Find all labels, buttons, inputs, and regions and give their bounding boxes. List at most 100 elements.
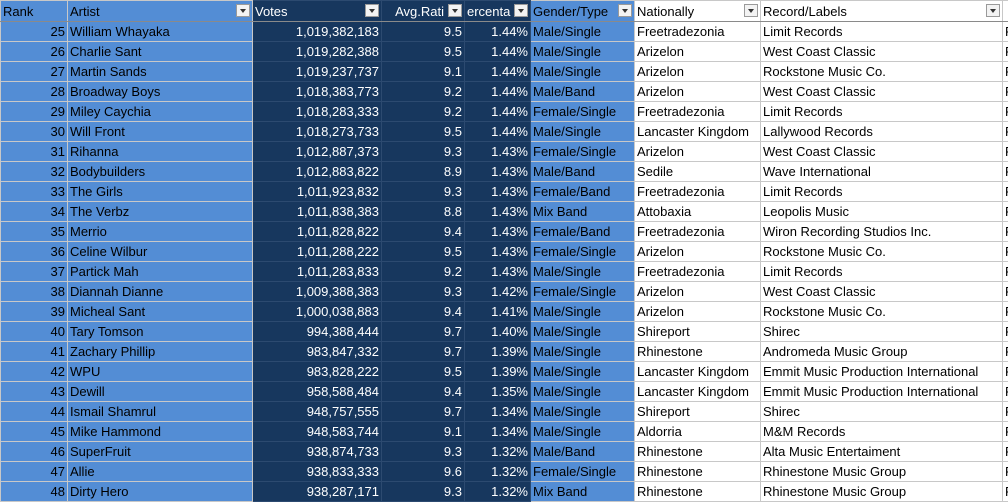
cell-artist[interactable]: The Girls [67, 181, 253, 202]
cell-gender-type[interactable]: Female/Band [530, 181, 635, 202]
cell-nationally[interactable]: Arizelon [634, 61, 761, 82]
cell-artist[interactable]: Martin Sands [67, 61, 253, 82]
cell-extra[interactable]: F [1002, 341, 1008, 362]
cell-record-labels[interactable]: Emmit Music Production International [760, 381, 1003, 402]
cell-nationally[interactable]: Attobaxia [634, 201, 761, 222]
header-nationally[interactable]: Nationally [634, 0, 761, 22]
cell-avg-rating[interactable]: 9.2 [381, 261, 465, 282]
cell-percentage[interactable]: 1.43% [464, 161, 531, 182]
cell-rank[interactable]: 42 [0, 361, 68, 382]
cell-votes[interactable]: 983,828,222 [252, 361, 382, 382]
cell-nationally[interactable]: Rhinestone [634, 481, 761, 502]
cell-extra[interactable]: F [1002, 261, 1008, 282]
cell-artist[interactable]: Micheal Sant [67, 301, 253, 322]
cell-extra[interactable]: F [1002, 221, 1008, 242]
header-percentage[interactable]: ercenta [464, 0, 531, 22]
cell-record-labels[interactable]: Rhinestone Music Group [760, 461, 1003, 482]
cell-percentage[interactable]: 1.44% [464, 81, 531, 102]
cell-artist[interactable]: Mike Hammond [67, 421, 253, 442]
cell-extra[interactable]: F [1002, 121, 1008, 142]
cell-record-labels[interactable]: Rockstone Music Co. [760, 241, 1003, 262]
cell-extra[interactable]: F [1002, 181, 1008, 202]
cell-percentage[interactable]: 1.44% [464, 101, 531, 122]
cell-avg-rating[interactable]: 9.2 [381, 81, 465, 102]
cell-artist[interactable]: Dirty Hero [67, 481, 253, 502]
cell-artist[interactable]: Miley Caychia [67, 101, 253, 122]
cell-votes[interactable]: 1,012,887,373 [252, 141, 382, 162]
header-rank[interactable]: Rank [0, 0, 68, 22]
cell-gender-type[interactable]: Female/Single [530, 281, 635, 302]
cell-nationally[interactable]: Freetradezonia [634, 101, 761, 122]
cell-percentage[interactable]: 1.40% [464, 321, 531, 342]
cell-rank[interactable]: 38 [0, 281, 68, 302]
cell-percentage[interactable]: 1.34% [464, 401, 531, 422]
cell-votes[interactable]: 1,012,883,822 [252, 161, 382, 182]
cell-votes[interactable]: 948,583,744 [252, 421, 382, 442]
cell-nationally[interactable]: Arizelon [634, 141, 761, 162]
cell-avg-rating[interactable]: 9.3 [381, 441, 465, 462]
cell-nationally[interactable]: Arizelon [634, 241, 761, 262]
cell-record-labels[interactable]: Limit Records [760, 261, 1003, 282]
cell-artist[interactable]: Merrio [67, 221, 253, 242]
cell-extra[interactable]: F [1002, 301, 1008, 322]
filter-dropdown-icon[interactable] [514, 4, 528, 17]
cell-rank[interactable]: 26 [0, 41, 68, 62]
cell-votes[interactable]: 1,018,383,773 [252, 81, 382, 102]
filter-dropdown-icon[interactable] [744, 4, 758, 17]
cell-rank[interactable]: 28 [0, 81, 68, 102]
cell-record-labels[interactable]: Wave International [760, 161, 1003, 182]
cell-extra[interactable]: F [1002, 241, 1008, 262]
cell-nationally[interactable]: Lancaster Kingdom [634, 361, 761, 382]
cell-gender-type[interactable]: Male/Single [530, 401, 635, 422]
cell-avg-rating[interactable]: 9.7 [381, 341, 465, 362]
cell-artist[interactable]: Celine Wilbur [67, 241, 253, 262]
cell-votes[interactable]: 938,287,171 [252, 481, 382, 502]
cell-extra[interactable]: F [1002, 21, 1008, 42]
cell-avg-rating[interactable]: 9.4 [381, 381, 465, 402]
cell-nationally[interactable]: Freetradezonia [634, 181, 761, 202]
cell-rank[interactable]: 29 [0, 101, 68, 122]
cell-gender-type[interactable]: Male/Single [530, 361, 635, 382]
cell-avg-rating[interactable]: 9.3 [381, 281, 465, 302]
cell-avg-rating[interactable]: 9.4 [381, 301, 465, 322]
cell-rank[interactable]: 41 [0, 341, 68, 362]
cell-gender-type[interactable]: Male/Single [530, 21, 635, 42]
cell-avg-rating[interactable]: 9.7 [381, 401, 465, 422]
cell-nationally[interactable]: Shireport [634, 321, 761, 342]
cell-artist[interactable]: Ismail Shamrul [67, 401, 253, 422]
cell-record-labels[interactable]: West Coast Classic [760, 41, 1003, 62]
cell-percentage[interactable]: 1.43% [464, 241, 531, 262]
cell-rank[interactable]: 36 [0, 241, 68, 262]
cell-avg-rating[interactable]: 9.5 [381, 41, 465, 62]
cell-artist[interactable]: William Whayaka [67, 21, 253, 42]
cell-votes[interactable]: 983,847,332 [252, 341, 382, 362]
cell-rank[interactable]: 32 [0, 161, 68, 182]
cell-record-labels[interactable]: Limit Records [760, 21, 1003, 42]
cell-gender-type[interactable]: Female/Band [530, 221, 635, 242]
cell-gender-type[interactable]: Male/Band [530, 441, 635, 462]
cell-percentage[interactable]: 1.41% [464, 301, 531, 322]
cell-gender-type[interactable]: Male/Single [530, 421, 635, 442]
cell-votes[interactable]: 1,019,282,388 [252, 41, 382, 62]
cell-votes[interactable]: 938,874,733 [252, 441, 382, 462]
cell-nationally[interactable]: Arizelon [634, 301, 761, 322]
cell-record-labels[interactable]: Rockstone Music Co. [760, 301, 1003, 322]
cell-record-labels[interactable]: M&M Records [760, 421, 1003, 442]
cell-gender-type[interactable]: Female/Single [530, 241, 635, 262]
cell-percentage[interactable]: 1.32% [464, 481, 531, 502]
cell-rank[interactable]: 44 [0, 401, 68, 422]
cell-avg-rating[interactable]: 9.5 [381, 241, 465, 262]
cell-nationally[interactable]: Rhinestone [634, 341, 761, 362]
cell-percentage[interactable]: 1.43% [464, 201, 531, 222]
cell-extra[interactable]: F [1002, 361, 1008, 382]
cell-votes[interactable]: 1,011,838,383 [252, 201, 382, 222]
cell-artist[interactable]: WPU [67, 361, 253, 382]
cell-gender-type[interactable]: Mix Band [530, 481, 635, 502]
cell-votes[interactable]: 1,009,388,383 [252, 281, 382, 302]
cell-gender-type[interactable]: Male/Single [530, 61, 635, 82]
filter-dropdown-icon[interactable] [986, 4, 1000, 17]
cell-artist[interactable]: Broadway Boys [67, 81, 253, 102]
header-artist[interactable]: Artist [67, 0, 253, 22]
cell-avg-rating[interactable]: 9.3 [381, 181, 465, 202]
cell-avg-rating[interactable]: 9.5 [381, 21, 465, 42]
